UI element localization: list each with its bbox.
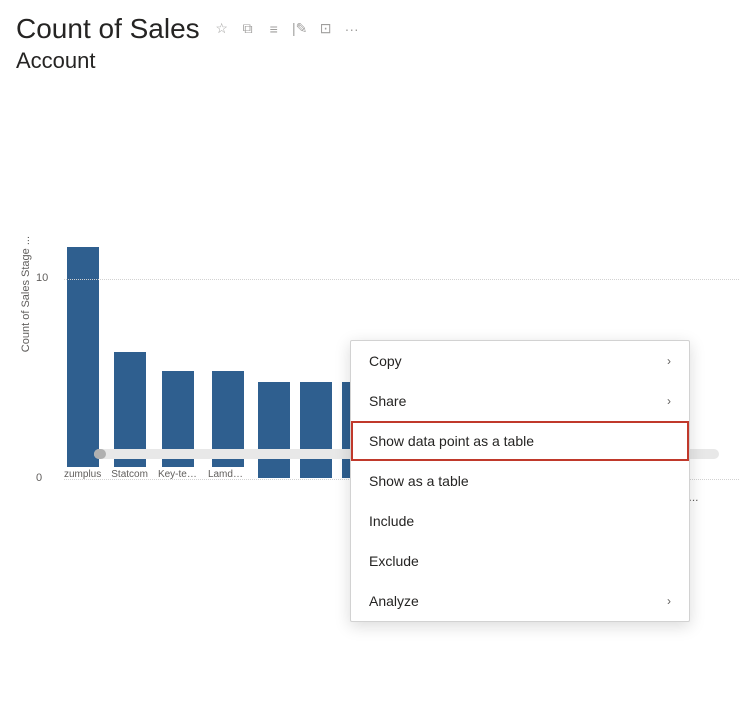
- bar-group-zumplus: zumplus: [64, 247, 101, 480]
- menu-item-include-label: Include: [369, 513, 414, 529]
- more-icon[interactable]: ···: [342, 19, 362, 39]
- y-axis-label: Count of Sales Stage ...: [16, 236, 32, 352]
- menu-item-exclude[interactable]: Exclude: [351, 541, 689, 581]
- menu-item-exclude-label: Exclude: [369, 553, 419, 569]
- gridline-10: 10: [64, 279, 739, 280]
- menu-item-share[interactable]: Share ›: [351, 381, 689, 421]
- bar-5[interactable]: [258, 382, 290, 478]
- bar-group-lamdex: Lamdex...: [208, 371, 248, 480]
- bar-group-6: [300, 382, 332, 480]
- menu-item-copy[interactable]: Copy ›: [351, 341, 689, 381]
- menu-item-include[interactable]: Include: [351, 501, 689, 541]
- menu-item-show-data-point[interactable]: Show data point as a table: [351, 421, 689, 461]
- chart-title: Count of Sales: [16, 12, 200, 46]
- chevron-icon-share: ›: [667, 394, 671, 408]
- bar-group-5: [258, 382, 290, 480]
- menu-item-copy-label: Copy: [369, 353, 402, 369]
- header-row: Count of Sales ☆ ⧉ ≡ |✎ ⊡ ···: [16, 12, 739, 46]
- gridline-label-10: 10: [36, 272, 48, 284]
- chevron-icon-copy: ›: [667, 354, 671, 368]
- bar-group-keytex: Key-tex...: [158, 371, 198, 480]
- menu-item-share-label: Share: [369, 393, 406, 409]
- menu-item-show-table[interactable]: Show as a table: [351, 461, 689, 501]
- menu-item-analyze-label: Analyze: [369, 593, 419, 609]
- header-icons: ☆ ⧉ ≡ |✎ ⊡ ···: [212, 19, 362, 39]
- scrollbar-thumb[interactable]: [94, 449, 106, 459]
- copy-icon[interactable]: ⧉: [238, 19, 258, 39]
- star-icon[interactable]: ☆: [212, 19, 232, 39]
- gridline-label-0: 0: [36, 472, 42, 484]
- bar-6[interactable]: [300, 382, 332, 478]
- filter-icon[interactable]: ≡: [264, 19, 284, 39]
- chart-subtitle: Account: [16, 48, 739, 74]
- menu-item-analyze[interactable]: Analyze ›: [351, 581, 689, 621]
- menu-item-show-table-label: Show as a table: [369, 473, 469, 489]
- expand-icon[interactable]: ⊡: [316, 19, 336, 39]
- menu-item-show-data-point-label: Show data point as a table: [369, 433, 534, 449]
- context-menu: Copy › Share › Show data point as a tabl…: [350, 340, 690, 622]
- bar-group-statcom: Statcom: [111, 352, 148, 480]
- edit-icon[interactable]: |✎: [290, 19, 310, 39]
- chevron-icon-analyze: ›: [667, 594, 671, 608]
